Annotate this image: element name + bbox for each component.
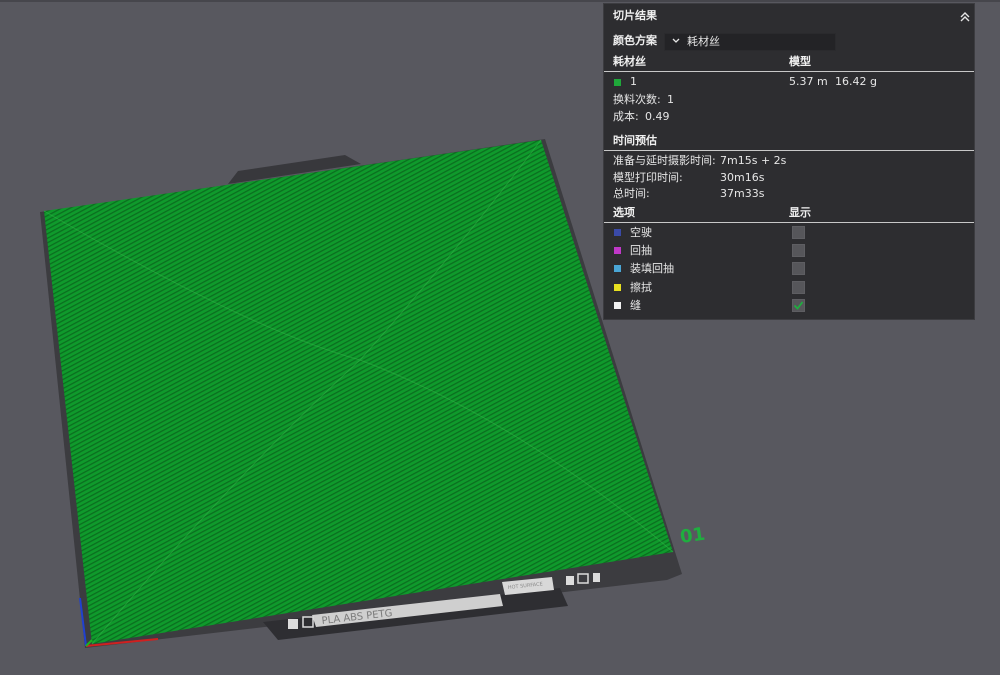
option-label: 缝 <box>630 299 641 312</box>
option-color-swatch <box>614 284 621 291</box>
checkmark-icon <box>793 301 804 310</box>
divider <box>604 150 974 151</box>
model-time-value: 30m16s <box>720 171 765 184</box>
total-time-value: 37m33s <box>720 187 765 200</box>
plate-number: 01 <box>679 524 707 548</box>
option-color-swatch <box>614 247 621 254</box>
option-label: 装填回抽 <box>630 262 674 275</box>
option-label: 回抽 <box>630 244 652 257</box>
model-header: 模型 <box>789 55 811 68</box>
panel-title: 切片结果 <box>613 9 657 22</box>
option-display-checkbox[interactable] <box>792 226 805 239</box>
filament-header: 耗材丝 <box>613 55 646 68</box>
model-time-label: 模型打印时间: <box>613 171 683 184</box>
option-color-swatch <box>614 302 621 309</box>
filament-index: 1 <box>630 75 637 88</box>
filament-weight: 16.42 g <box>835 75 877 88</box>
slice-result-panel: 切片结果 颜色方案 耗材丝 耗材丝 模型 1 5.37 m 16.42 g 换料… <box>603 3 975 320</box>
option-display-checkbox[interactable] <box>792 244 805 257</box>
option-display-checkbox[interactable] <box>792 299 805 312</box>
color-scheme-value: 耗材丝 <box>687 35 720 48</box>
color-scheme-label: 颜色方案 <box>613 34 657 47</box>
cost-value: 0.49 <box>645 110 670 123</box>
change-count-value: 1 <box>667 93 674 106</box>
filament-length: 5.37 m <box>789 75 828 88</box>
prep-time-label: 准备与延时摄影时间: <box>613 154 716 167</box>
option-label: 空驶 <box>630 226 652 239</box>
option-color-swatch <box>614 229 621 236</box>
total-time-label: 总时间: <box>613 187 650 200</box>
change-count-label: 换料次数: <box>613 93 661 106</box>
time-header: 时间预估 <box>613 134 657 147</box>
filament-color-swatch <box>614 79 621 86</box>
color-scheme-dropdown[interactable]: 耗材丝 <box>664 33 836 51</box>
display-header: 显示 <box>789 206 811 219</box>
option-display-checkbox[interactable] <box>792 281 805 294</box>
cost-label: 成本: <box>613 110 639 123</box>
divider <box>604 71 974 72</box>
option-display-checkbox[interactable] <box>792 262 805 275</box>
divider <box>604 222 974 223</box>
option-label: 擦拭 <box>630 281 652 294</box>
chevron-down-icon <box>672 38 680 43</box>
prep-time-value: 7m15s + 2s <box>720 154 787 167</box>
collapse-icon[interactable] <box>959 11 971 23</box>
option-color-swatch <box>614 265 621 272</box>
options-header: 选项 <box>613 206 635 219</box>
